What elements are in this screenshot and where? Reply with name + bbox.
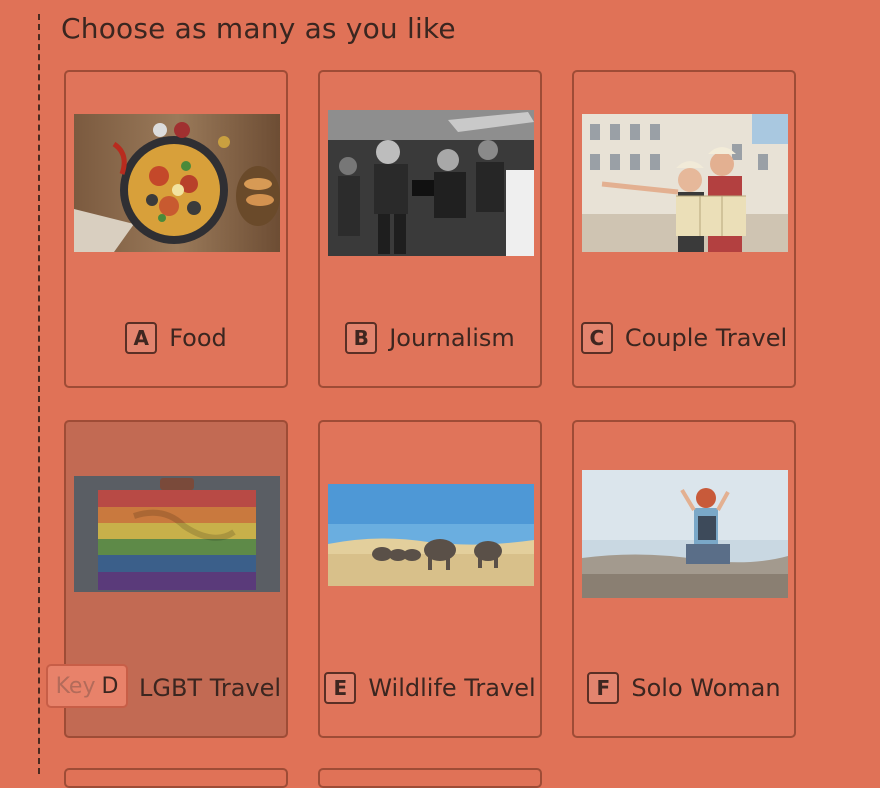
choice-journalism[interactable]: B Journalism — [318, 70, 542, 388]
choice-label-row: C Couple Travel — [574, 318, 794, 358]
question-text: Choose as many as you like — [61, 12, 456, 45]
choice-food[interactable]: A Food — [64, 70, 288, 388]
choice-label: Solo Woman — [631, 674, 781, 702]
choice-card-partial[interactable] — [64, 768, 288, 788]
choice-label-row: E Wildlife Travel — [320, 668, 540, 708]
choice-label-row: B Journalism — [320, 318, 540, 358]
key-hint-letter: D — [101, 673, 119, 699]
food-image — [74, 114, 280, 252]
choice-label-row: A Food — [66, 318, 286, 358]
choice-label: Couple Travel — [624, 324, 788, 352]
wildlife-travel-image — [328, 484, 534, 586]
journalism-image — [328, 110, 534, 256]
key-hint-tooltip: Key D — [46, 664, 128, 708]
key-badge: C — [580, 322, 613, 354]
key-hint-label: Key — [55, 673, 96, 699]
choice-label: Food — [169, 324, 227, 352]
choice-label-row: F Solo Woman — [574, 668, 794, 708]
key-badge: A — [125, 322, 158, 354]
choice-label: Wildlife Travel — [368, 674, 536, 702]
choice-wildlife-travel[interactable]: E Wildlife Travel — [318, 420, 542, 738]
choice-card-partial[interactable] — [318, 768, 542, 788]
key-badge: F — [587, 672, 620, 704]
solo-woman-image — [582, 470, 788, 598]
choice-label: LGBT Travel — [139, 674, 282, 702]
couple-travel-image — [582, 114, 788, 252]
key-badge: E — [324, 672, 357, 704]
choice-label: Journalism — [389, 324, 515, 352]
choice-couple-travel[interactable]: C Couple Travel — [572, 70, 796, 388]
key-badge: B — [345, 322, 378, 354]
choice-solo-woman[interactable]: F Solo Woman — [572, 420, 796, 738]
lgbt-travel-image — [74, 476, 280, 592]
form-guide-line — [38, 14, 40, 774]
